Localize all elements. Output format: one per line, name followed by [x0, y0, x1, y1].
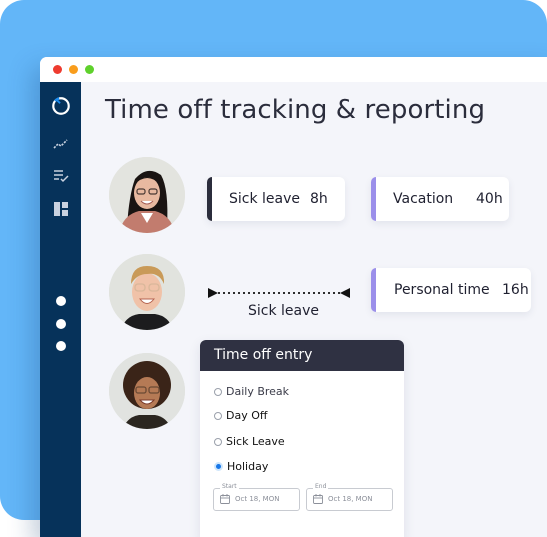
- range-label: Sick leave: [248, 303, 320, 319]
- app-window: Time off tracking & reporting Sick leave…: [40, 57, 547, 537]
- window-titlebar: [40, 57, 547, 82]
- time-off-entry-panel: Time off entry Daily Break Day Off Sick …: [200, 340, 404, 537]
- card-hours: 16h: [502, 282, 529, 298]
- entry-panel-header: Time off entry: [200, 340, 404, 371]
- card-hours: 8h: [310, 191, 328, 207]
- loading-ring-icon[interactable]: [51, 96, 71, 116]
- start-date-field[interactable]: Start Oct 18, MON: [213, 483, 300, 511]
- start-date-value: Oct 18, MON: [235, 495, 280, 503]
- time-off-card[interactable]: Personal time 16h: [371, 268, 531, 312]
- page-title: Time off tracking & reporting: [105, 95, 486, 125]
- card-label: Vacation: [393, 191, 454, 207]
- radio-button-selected[interactable]: [214, 462, 223, 471]
- end-date-legend: End: [313, 483, 329, 490]
- entry-panel-title: Time off entry: [214, 347, 313, 363]
- option-holiday[interactable]: Holiday: [214, 460, 268, 473]
- time-off-card[interactable]: Vacation 40h: [371, 177, 509, 221]
- calendar-icon: [220, 494, 230, 504]
- analytics-icon[interactable]: [51, 134, 71, 154]
- minimize-window-button[interactable]: [69, 65, 78, 74]
- end-date-value: Oct 18, MON: [328, 495, 373, 503]
- option-label: Holiday: [227, 460, 269, 473]
- sidebar: [40, 82, 81, 537]
- close-window-button[interactable]: [53, 65, 62, 74]
- dashboard-icon[interactable]: [51, 199, 71, 219]
- sidebar-dot[interactable]: [56, 319, 66, 329]
- sidebar-dot[interactable]: [56, 341, 66, 351]
- range-end-arrow-icon: [340, 288, 350, 298]
- checklist-icon[interactable]: [51, 166, 71, 186]
- option-label: Day Off: [226, 409, 268, 422]
- option-day-off[interactable]: Day Off: [214, 409, 267, 422]
- range-start-arrow-icon: [208, 288, 218, 298]
- time-off-card[interactable]: Sick leave 8h: [207, 177, 345, 221]
- date-range-connector: [208, 288, 350, 298]
- option-daily-break[interactable]: Daily Break: [214, 385, 289, 398]
- option-sick-leave[interactable]: Sick Leave: [214, 435, 285, 448]
- start-date-legend: Start: [220, 483, 239, 490]
- radio-button[interactable]: [214, 411, 222, 420]
- end-date-field[interactable]: End Oct 18, MON: [306, 483, 393, 511]
- radio-button[interactable]: [214, 437, 222, 446]
- avatar: [109, 254, 185, 330]
- card-label: Sick leave: [229, 191, 301, 207]
- radio-button[interactable]: [214, 387, 222, 396]
- card-hours: 40h: [476, 191, 503, 207]
- avatar: [109, 157, 185, 233]
- option-label: Sick Leave: [226, 435, 285, 448]
- option-label: Daily Break: [226, 385, 290, 398]
- avatar: [109, 353, 185, 429]
- card-label: Personal time: [394, 282, 490, 298]
- sidebar-dot[interactable]: [56, 296, 66, 306]
- calendar-icon: [313, 494, 323, 504]
- maximize-window-button[interactable]: [85, 65, 94, 74]
